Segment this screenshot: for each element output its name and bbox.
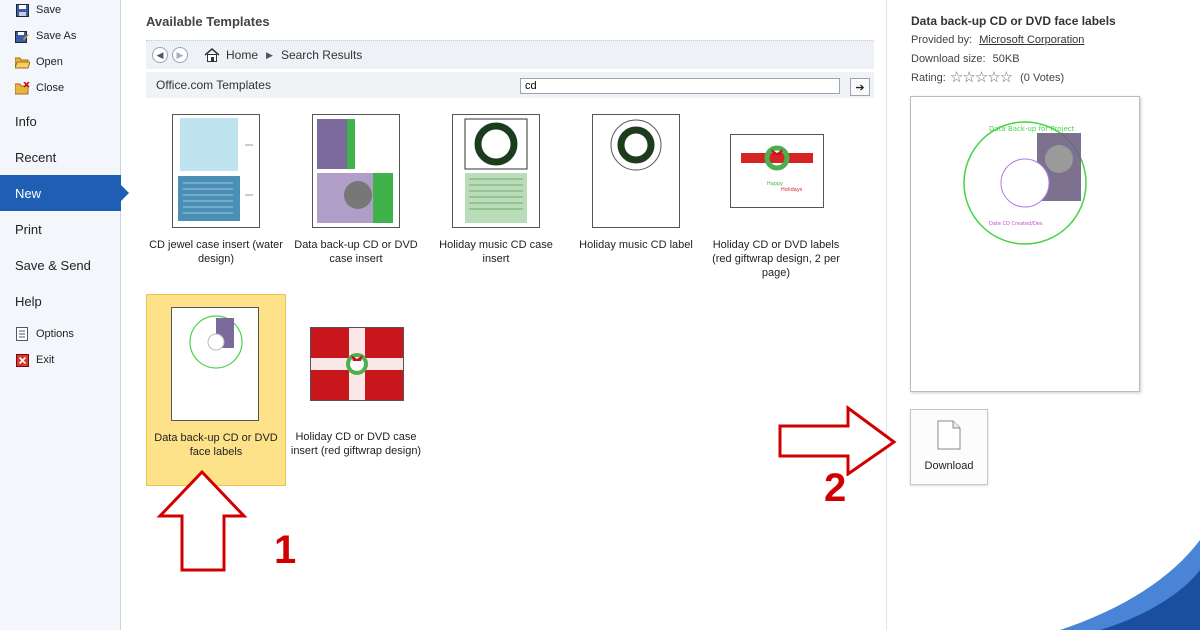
- provider-link[interactable]: Microsoft Corporation: [979, 34, 1084, 46]
- template-caption: Data back-up CD or DVD case insert: [294, 239, 418, 265]
- template-thumbnail: Happy Holidays: [730, 134, 824, 208]
- open-folder-icon: [14, 54, 30, 70]
- annotation-arrow-up: [156, 469, 248, 572]
- close-folder-icon: [14, 80, 30, 96]
- nav-help[interactable]: Help: [0, 283, 120, 319]
- template-tile[interactable]: Holiday music CD label: [566, 104, 706, 290]
- nav-exit[interactable]: Exit: [0, 347, 120, 373]
- nav-close[interactable]: Close: [0, 75, 120, 101]
- options-icon: [14, 326, 30, 342]
- nav-recent[interactable]: Recent: [0, 139, 120, 175]
- template-caption: Data back-up CD or DVD face labels: [154, 432, 278, 458]
- template-thumbnail: [592, 114, 680, 228]
- star-icon: ☆: [949, 69, 963, 86]
- template-caption: CD jewel case insert (water design): [149, 239, 283, 265]
- download-size-row: Download size: 50KB: [911, 53, 1020, 65]
- nav-save[interactable]: Save: [0, 0, 120, 23]
- nav-save-as[interactable]: Save As: [0, 23, 120, 49]
- star-icon: ☆: [962, 69, 975, 86]
- section-title: Available Templates: [146, 14, 270, 29]
- template-caption: Holiday CD or DVD labels (red giftwrap d…: [712, 239, 840, 279]
- breadcrumb-home[interactable]: Home: [226, 48, 258, 62]
- template-caption: Holiday music CD case insert: [439, 239, 553, 265]
- star-icon: ☆: [987, 69, 1000, 86]
- preview-date-text: Date CD Created/Des: [989, 221, 1043, 227]
- svg-text:Holidays: Holidays: [781, 187, 803, 193]
- pane-divider: [886, 0, 887, 630]
- template-caption: Holiday CD or DVD case insert (red giftw…: [290, 431, 422, 457]
- breadcrumb-bar: ◀ ▶ Home ▶ Search Results: [146, 40, 874, 69]
- nav-save-send[interactable]: Save & Send: [0, 247, 120, 283]
- breadcrumb-current: Search Results: [280, 48, 363, 62]
- template-thumbnail: [171, 307, 259, 421]
- download-button[interactable]: Download: [910, 409, 988, 485]
- template-caption: Holiday music CD label: [579, 239, 693, 251]
- template-thumbnail: [172, 114, 260, 228]
- template-tile[interactable]: CD jewel case insert (water design): [146, 104, 286, 290]
- save-icon: [14, 2, 30, 18]
- annotation-number-2: 2: [824, 466, 847, 510]
- office-templates-label: Office.com Templates: [156, 78, 271, 92]
- nav-info[interactable]: Info: [0, 103, 120, 139]
- breadcrumb-separator-icon: ▶: [266, 49, 273, 60]
- provided-by-row: Provided by: Microsoft Corporation: [911, 34, 1085, 46]
- star-icon: ☆: [974, 69, 988, 86]
- search-go-button[interactable]: ➔: [850, 78, 870, 96]
- save-as-icon: [14, 28, 30, 44]
- template-tile[interactable]: Data back-up CD or DVD case insert: [286, 104, 426, 290]
- template-search-input[interactable]: [520, 78, 840, 94]
- template-thumbnail: [310, 327, 404, 401]
- exit-icon: [14, 352, 30, 368]
- annotation-number-1: 1: [274, 528, 297, 572]
- template-preview: Data Back-up for Project Date CD Created…: [910, 96, 1140, 392]
- templates-area: Available Templates ◀ ▶ Home ▶ Search Re…: [146, 0, 876, 630]
- template-tile[interactable]: Happy Holidays Holiday CD or DVD labels (…: [706, 104, 846, 290]
- nav-open[interactable]: Open: [0, 49, 120, 75]
- nav-new[interactable]: New: [0, 175, 129, 211]
- desktop-background-swoosh: [1060, 540, 1200, 630]
- template-tile[interactable]: Holiday CD or DVD case insert (red giftw…: [286, 294, 426, 484]
- rating-row: Rating: ☆☆☆☆☆ (0 Votes): [911, 69, 1065, 86]
- template-thumbnail: [452, 114, 540, 228]
- template-details-title: Data back-up CD or DVD face labels: [911, 14, 1116, 28]
- back-button[interactable]: ◀: [152, 47, 168, 63]
- download-label: Download: [924, 460, 974, 472]
- home-icon[interactable]: [204, 48, 220, 62]
- arrow-right-icon: ➔: [855, 81, 865, 94]
- forward-button[interactable]: ▶: [172, 47, 188, 63]
- rating-stars[interactable]: ☆☆☆☆☆: [949, 69, 1013, 86]
- star-icon: ☆: [999, 69, 1013, 86]
- document-icon: [937, 420, 961, 450]
- template-tile[interactable]: Holiday music CD case insert: [426, 104, 566, 290]
- nav-options[interactable]: Options: [0, 321, 120, 347]
- backstage-nav: Save Save As Open Close Info Recent New …: [0, 0, 129, 630]
- nav-print[interactable]: Print: [0, 211, 120, 247]
- template-thumbnail: [312, 114, 400, 228]
- preview-title-text: Data Back-up for Project: [989, 125, 1075, 133]
- template-tile-selected[interactable]: Data back-up CD or DVD face labels: [146, 294, 286, 486]
